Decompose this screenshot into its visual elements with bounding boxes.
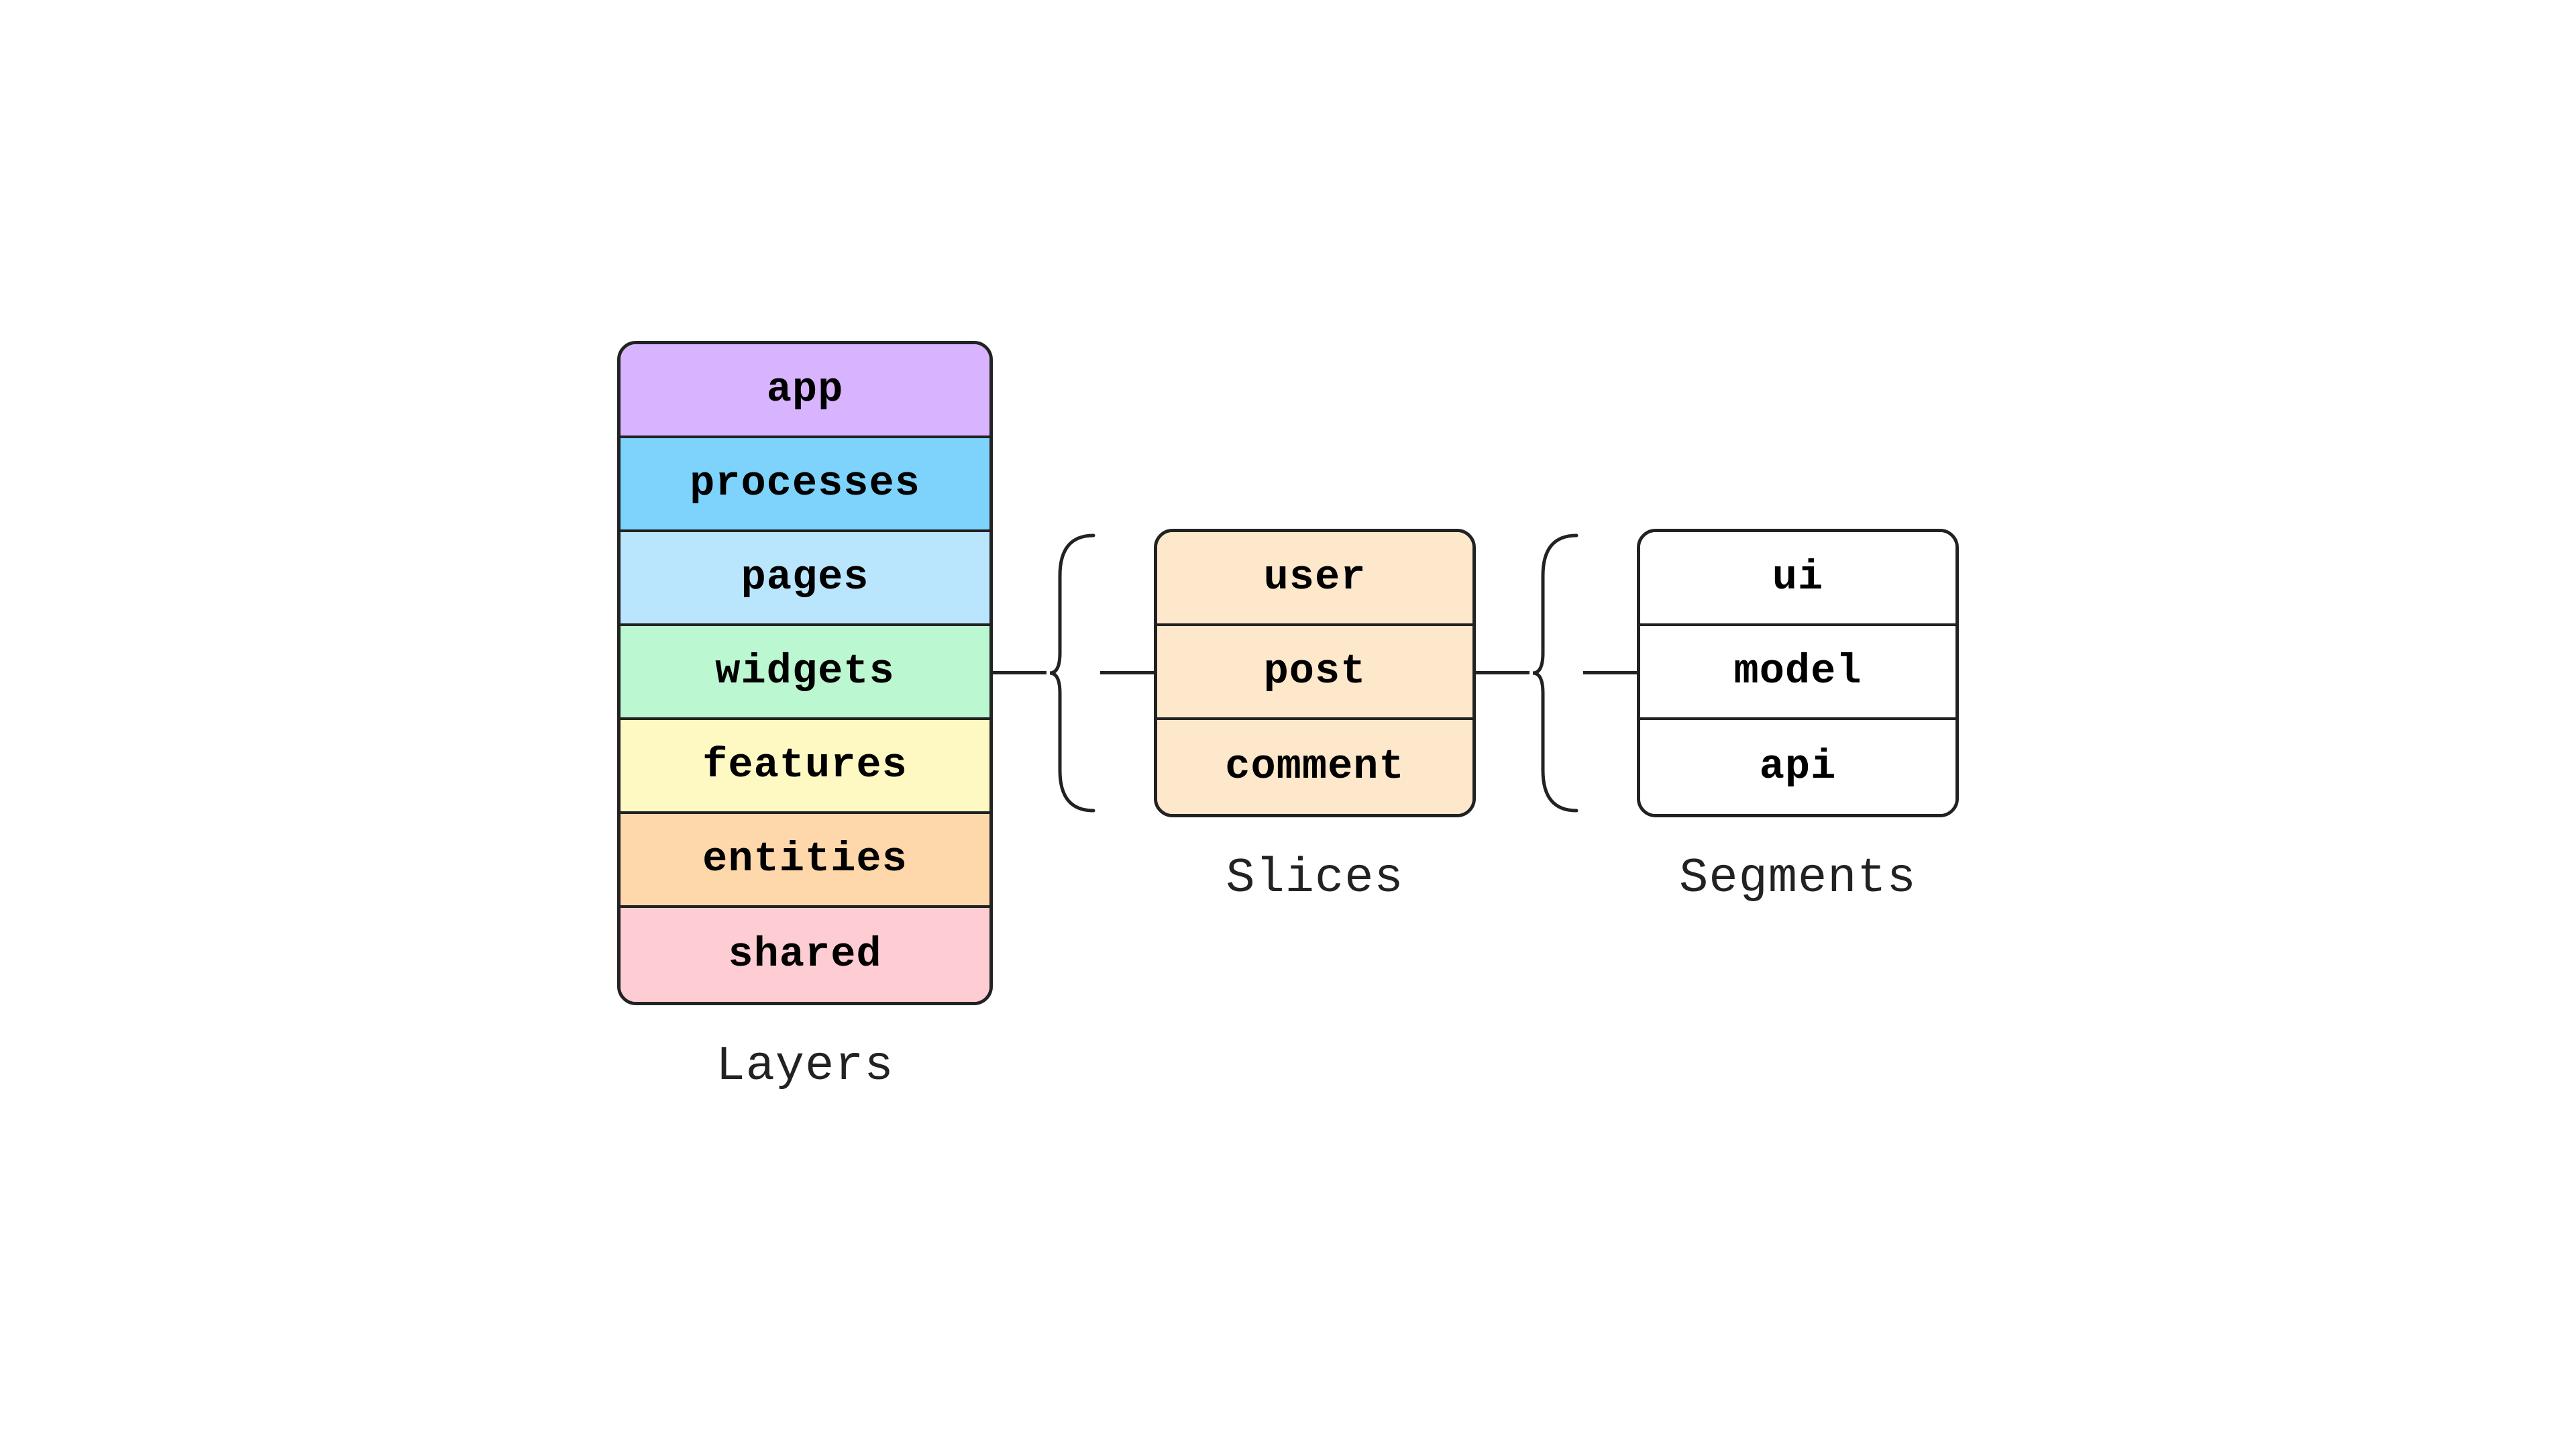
- line-left: [993, 671, 1046, 674]
- layer-pages: pages: [621, 532, 989, 626]
- segment-api: api: [1640, 720, 1955, 814]
- brace-left-slices: [1046, 529, 1100, 817]
- layers-label: Layers: [716, 1039, 894, 1094]
- segments-label: Segments: [1679, 851, 1917, 906]
- layers-column: app processes pages widgets features ent…: [617, 341, 993, 1094]
- connector-slices-segments: [1476, 529, 1637, 898]
- slices-column: user post comment Slices: [1154, 529, 1476, 906]
- segment-ui: ui: [1640, 532, 1955, 626]
- line-right: [1100, 671, 1154, 674]
- brace-left-segments: [1529, 529, 1583, 817]
- segment-model: model: [1640, 626, 1955, 720]
- slices-stack: user post comment: [1154, 529, 1476, 817]
- slice-user: user: [1157, 532, 1472, 626]
- slices-label: Slices: [1226, 851, 1403, 906]
- layers-stack: app processes pages widgets features ent…: [617, 341, 993, 1005]
- layer-app: app: [621, 344, 989, 438]
- slice-post: post: [1157, 626, 1472, 720]
- connector-layers-slices: [993, 529, 1154, 898]
- line-left2: [1476, 671, 1529, 674]
- slice-comment: comment: [1157, 720, 1472, 814]
- diagram: app processes pages widgets features ent…: [617, 341, 1959, 1094]
- segments-stack: ui model api: [1637, 529, 1959, 817]
- layer-entities: entities: [621, 814, 989, 908]
- segments-column: ui model api Segments: [1637, 529, 1959, 906]
- line-right2: [1583, 671, 1637, 674]
- layer-processes: processes: [621, 438, 989, 532]
- layer-features: features: [621, 720, 989, 814]
- layer-shared: shared: [621, 908, 989, 1002]
- layer-widgets: widgets: [621, 626, 989, 720]
